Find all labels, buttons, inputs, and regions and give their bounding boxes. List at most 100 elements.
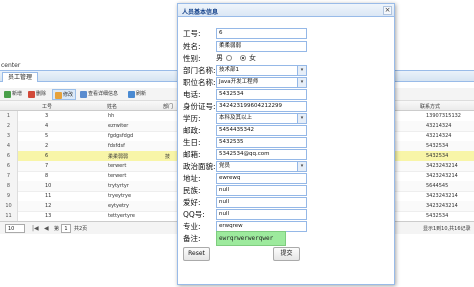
id-field[interactable]: 6 [216, 28, 307, 39]
cell-phone: 5432534 [426, 153, 449, 159]
reset-button[interactable]: Reset [183, 247, 210, 261]
cell-name: eytyetry [108, 203, 130, 209]
cell-phone: 3423243214 [426, 163, 458, 169]
column-header-phone[interactable]: 联系方式 [420, 103, 440, 110]
cell-id: 3 [45, 113, 49, 119]
phone-field[interactable]: 5432534 [216, 89, 307, 100]
label-postcode: 邮政: [183, 126, 201, 135]
edit-icon [55, 92, 62, 99]
page-input[interactable]: 1 [61, 224, 71, 233]
cell-name: tettyertyre [108, 213, 135, 219]
idcard-field[interactable]: 342423199604212299 [216, 101, 307, 112]
cell-phone: 5644545 [426, 183, 449, 189]
label-major: 专业: [183, 222, 201, 231]
label-phone: 电话: [183, 90, 201, 99]
cell-id: 7 [45, 163, 49, 169]
politics-select[interactable]: 党员 ▾ [216, 161, 307, 172]
education-select-value: 本科及其以上 [219, 115, 253, 121]
email-field[interactable]: 5342534@qq.com [216, 149, 307, 160]
cell-phone: 3423243214 [426, 203, 458, 209]
employee-info-dialog: 人员基本信息 × 工号: 6 姓名: 柔柔弱弱 性别: 男 女 部门名称: 技术… [177, 3, 395, 285]
dept-select-value: 技术部1 [219, 67, 239, 73]
edit-button[interactable]: 修改 [52, 89, 77, 100]
qq-field[interactable]: null [216, 209, 307, 220]
label-address: 地址: [183, 174, 201, 183]
address-field[interactable]: ewrewq [216, 173, 307, 184]
cell-name: 柔柔弱弱 [108, 154, 129, 160]
cell-phone: 3423243214 [426, 193, 458, 199]
page-size-select[interactable]: 10 [5, 224, 25, 233]
view-icon [80, 91, 87, 98]
page-summary: 显示1到10,共16记录 [423, 226, 471, 232]
cell-name: ezrwiter [108, 123, 129, 129]
cell-name: terwert [108, 163, 127, 169]
postcode-field[interactable]: 5454435342 [216, 125, 307, 136]
column-header-id[interactable]: 工号 [42, 103, 52, 110]
page-prefix: 第 [54, 226, 60, 232]
label-politics: 政治面貌: [183, 162, 216, 171]
chevron-down-icon[interactable]: ▾ [297, 66, 306, 75]
chevron-down-icon[interactable]: ▾ [297, 114, 306, 123]
label-qq: QQ号: [183, 210, 205, 219]
cell-phone: 5432534 [426, 143, 449, 149]
cell-id: 12 [45, 203, 52, 209]
refresh-button[interactable]: 刷新 [126, 89, 148, 100]
cell-id: 11 [45, 193, 52, 199]
first-page-icon[interactable]: |◀ [32, 225, 39, 232]
cell-phone: 5432534 [426, 213, 449, 219]
label-email: 邮箱: [183, 150, 201, 159]
label-id: 工号: [183, 29, 201, 38]
tab-employee-management[interactable]: 员工管理 [2, 72, 39, 82]
cell-id: 8 [45, 173, 49, 179]
name-field[interactable]: 柔柔弱弱 [216, 41, 307, 52]
hobby-field[interactable]: null [216, 197, 307, 208]
gender-male-label: 男 [216, 54, 223, 62]
politics-select-value: 党员 [219, 163, 231, 169]
view-details-button[interactable]: 查看详细信息 [78, 89, 120, 100]
label-education: 学历: [183, 114, 201, 123]
cell-id: 6 [45, 153, 49, 159]
label-idcard: 身份证号: [183, 102, 216, 111]
chevron-down-icon[interactable]: ▾ [297, 162, 306, 171]
label-hobby: 爱好: [183, 198, 201, 207]
add-button[interactable]: 新增 [2, 89, 24, 100]
cell-id: 13 [45, 213, 52, 219]
cell-name: fdsfdsf [108, 143, 125, 149]
position-select[interactable]: Java开发工程师 ▾ [216, 77, 307, 88]
cell-name: terwert [108, 173, 127, 179]
cell-phone: 43214324 [426, 133, 452, 139]
birthday-field[interactable]: 5432535 [216, 137, 307, 148]
cell-name: fgdgsfdgd [108, 133, 134, 139]
label-gender: 性别: [183, 54, 201, 63]
submit-button[interactable]: 提交 [273, 247, 300, 261]
cell-id: 4 [45, 123, 49, 129]
remark-textarea[interactable]: ewrqrwerwerqwer [216, 231, 286, 246]
cell-id: 5 [45, 133, 49, 139]
position-select-value: Java开发工程师 [219, 79, 259, 85]
column-header-name[interactable]: 姓名 [107, 103, 117, 110]
cell-id: 2 [45, 143, 49, 149]
cell-phone: 3423243214 [426, 173, 458, 179]
cell-phone: 43214324 [426, 123, 452, 129]
cell-name: tryeytrye [108, 193, 132, 199]
total-pages: 共2页 [74, 226, 88, 232]
cell-dept: 技 [165, 154, 171, 160]
gender-female-radio[interactable] [240, 55, 246, 61]
dialog-title: 人员基本信息 [182, 9, 219, 16]
close-icon[interactable]: × [383, 6, 392, 15]
cell-phone: 13907315132 [426, 113, 461, 119]
delete-button[interactable]: 删除 [26, 89, 48, 100]
gender-female-label: 女 [249, 54, 256, 62]
add-icon [4, 91, 11, 98]
section-title: center [1, 62, 21, 69]
gender-male-radio[interactable] [226, 55, 232, 61]
education-select[interactable]: 本科及其以上 ▾ [216, 113, 307, 124]
label-birthday: 生日: [183, 138, 201, 147]
dialog-header: 人员基本信息 × [178, 4, 394, 17]
prev-page-icon[interactable]: ◀ [44, 225, 49, 232]
chevron-down-icon[interactable]: ▾ [297, 78, 306, 87]
nation-field[interactable]: null [216, 185, 307, 196]
column-header-dept[interactable]: 部门 [163, 103, 173, 110]
delete-icon [28, 91, 35, 98]
dept-select[interactable]: 技术部1 ▾ [216, 65, 307, 76]
